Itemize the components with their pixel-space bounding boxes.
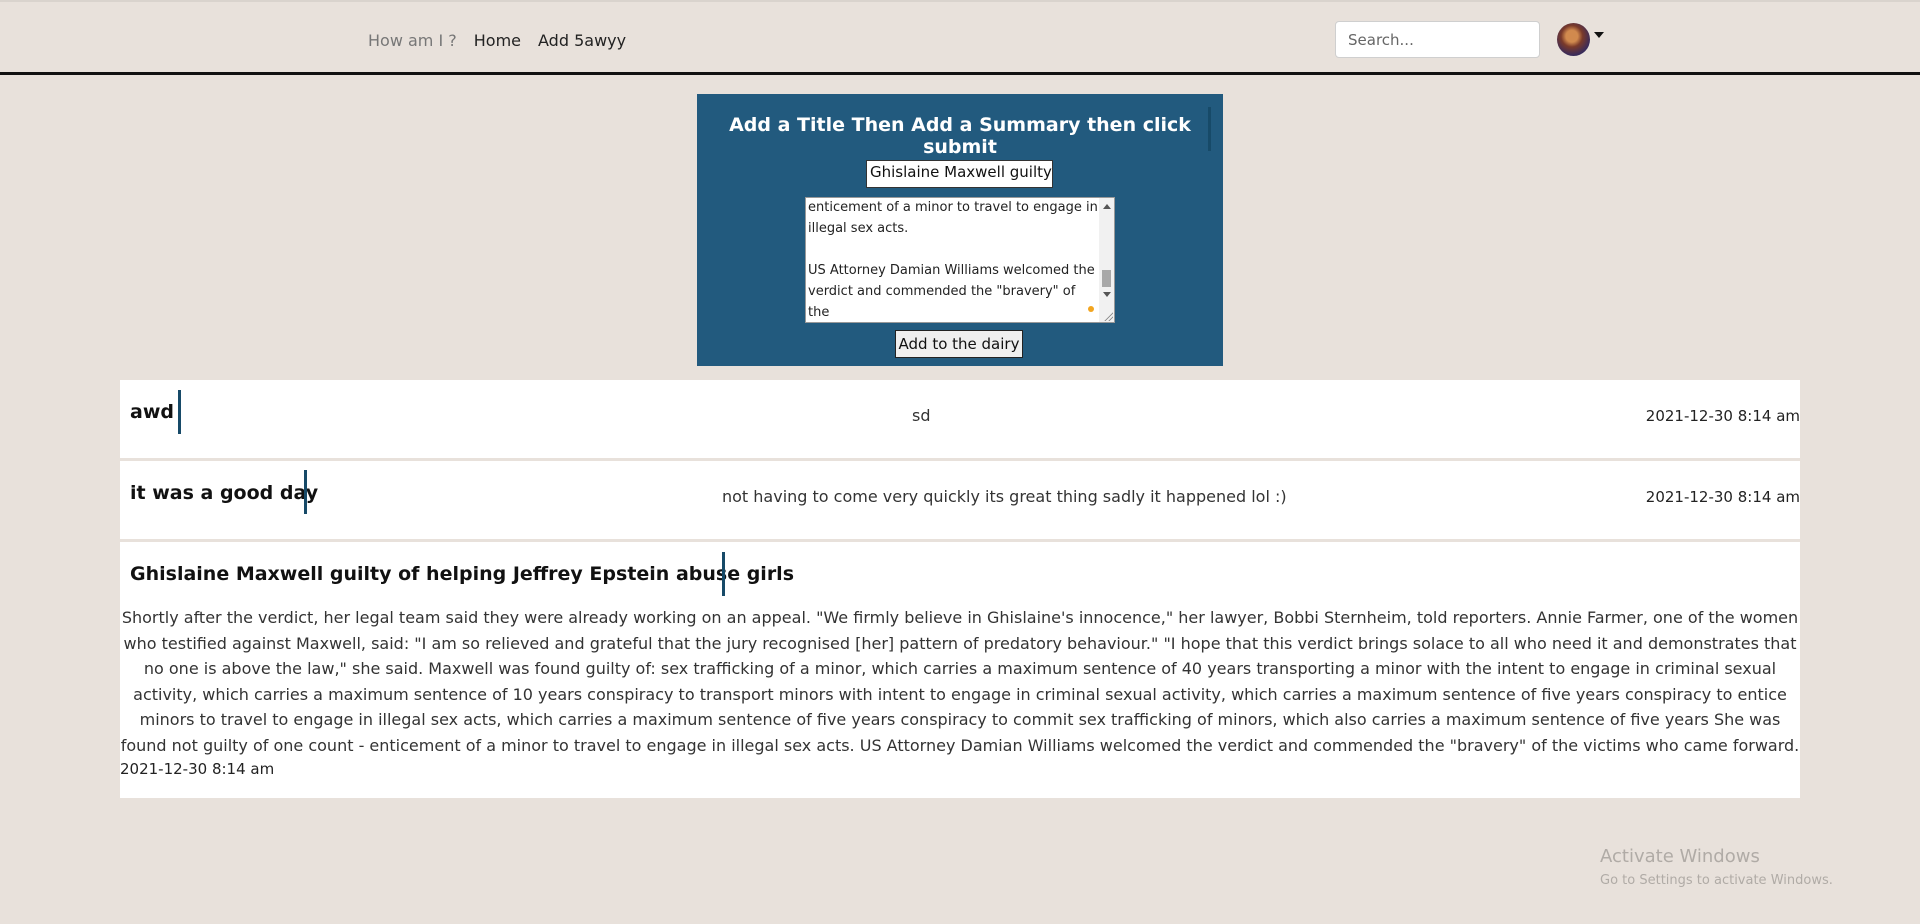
add-entry-form: Add a Title Then Add a Summary then clic…: [697, 94, 1223, 366]
activation-watermark: Activate Windows Go to Settings to activ…: [1600, 846, 1833, 888]
entry-accent-bar: [304, 470, 307, 514]
resize-handle-icon[interactable]: [1103, 311, 1113, 321]
title-input[interactable]: Ghislaine Maxwell guilty c: [866, 160, 1053, 188]
entry-card: it was a good day not having to come ver…: [120, 461, 1800, 539]
entry-accent-bar: [722, 552, 725, 596]
summary-textarea[interactable]: enticement of a minor to travel to engag…: [805, 197, 1115, 323]
avatar: [1557, 23, 1590, 56]
watermark-title: Activate Windows: [1600, 846, 1760, 867]
user-menu-toggle[interactable]: [1557, 23, 1604, 56]
heading-accent-bar: [1208, 107, 1211, 151]
entry-title: awd: [130, 401, 174, 423]
grammar-indicator-icon: [1088, 306, 1094, 312]
summary-text: enticement of a minor to travel to engag…: [808, 200, 1098, 320]
entry-date: 2021-12-30 8:14 am: [120, 760, 275, 778]
nav-links: How am I ? Home Add 5awyy: [368, 31, 643, 50]
scroll-up-icon[interactable]: [1103, 204, 1111, 209]
nav-link-add[interactable]: Add 5awyy: [538, 31, 626, 50]
scroll-thumb[interactable]: [1102, 270, 1111, 287]
entry-accent-bar: [178, 390, 181, 434]
entry-title: Ghislaine Maxwell guilty of helping Jeff…: [130, 563, 795, 585]
entry-summary: Shortly after the verdict, her legal tea…: [120, 608, 1800, 755]
entry-summary: sd: [912, 406, 931, 425]
brand-link[interactable]: How am I ?: [368, 31, 457, 50]
summary-scrollbar[interactable]: [1099, 198, 1114, 322]
entry-title: it was a good day: [130, 482, 319, 504]
entry-card: awd sd 2021-12-30 8:14 am: [120, 380, 1800, 458]
submit-button[interactable]: Add to the dairy: [895, 330, 1023, 358]
navbar: How am I ? Home Add 5awyy: [0, 0, 1920, 75]
chevron-down-icon: [1594, 31, 1604, 38]
nav-link-home[interactable]: Home: [474, 31, 521, 50]
search-input[interactable]: [1335, 21, 1540, 58]
entry-date: 2021-12-30 8:14 am: [1645, 407, 1800, 425]
entry-card: Ghislaine Maxwell guilty of helping Jeff…: [120, 542, 1800, 798]
scroll-down-icon[interactable]: [1103, 292, 1111, 297]
entry-summary: not having to come very quickly its grea…: [722, 487, 1287, 506]
entry-date: 2021-12-30 8:14 am: [1645, 488, 1800, 506]
form-heading: Add a Title Then Add a Summary then clic…: [729, 114, 1191, 158]
watermark-subtitle: Go to Settings to activate Windows.: [1600, 873, 1833, 888]
